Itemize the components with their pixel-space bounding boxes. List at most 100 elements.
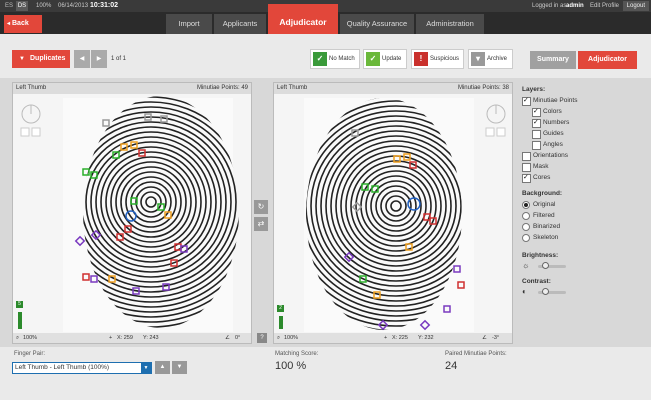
background-radio-filtered[interactable]: Filtered — [522, 211, 647, 222]
magnifier-icon: ⌕ — [277, 335, 281, 341]
logout-button[interactable]: Logout — [622, 1, 649, 11]
brightness-slider[interactable] — [538, 262, 566, 269]
logged-in-label: Logged in as: — [532, 3, 569, 9]
tab-import[interactable]: Import — [166, 14, 212, 34]
previous-button[interactable]: ◀ — [74, 50, 90, 68]
back-button[interactable]: ◂ Back — [4, 15, 42, 33]
move-up-button[interactable]: ▲ — [155, 361, 170, 374]
layer-checkbox-guides[interactable]: Guides — [532, 129, 647, 140]
check-icon: ✓ — [366, 52, 380, 66]
brightness-control: ☼ — [522, 261, 647, 272]
quality-bar — [18, 312, 22, 329]
update-button[interactable]: ✓ Update — [363, 49, 407, 69]
language-ds[interactable]: DS — [16, 1, 28, 11]
y-coordinate: Y: 232 — [418, 335, 434, 341]
background-radio-skeleton[interactable]: Skeleton — [522, 233, 647, 244]
rotation-angle: -3° — [492, 335, 500, 341]
fingerprint-viewer[interactable] — [274, 94, 512, 334]
background-heading: Background: — [522, 190, 563, 197]
angle-icon: ∠ — [225, 335, 230, 341]
panel-title: Left Thumb — [16, 85, 47, 91]
panel-title: Left Thumb — [277, 85, 308, 91]
main-navigation: ◂ Back Import Applicants Adjudicator Qua… — [0, 4, 651, 34]
tab-applicants[interactable]: Applicants — [214, 14, 266, 34]
language-es[interactable]: ES — [3, 1, 15, 11]
fingerprint-viewer[interactable] — [13, 94, 251, 334]
background-radio-binarized[interactable]: Binarized — [522, 222, 647, 233]
arrow-down-icon: ▼ — [176, 364, 183, 370]
sun-icon: ☼ — [522, 261, 530, 270]
tab-administration[interactable]: Administration — [416, 14, 484, 34]
finger-pair-label: Finger Pair: — [14, 351, 46, 357]
angle-icon: ∠ — [482, 335, 487, 341]
zoom-level: 100% — [36, 3, 52, 9]
layer-checkbox-colors[interactable]: Colors — [532, 107, 647, 118]
quality-level: 2 — [277, 305, 284, 312]
layer-checkbox-numbers[interactable]: Numbers — [532, 118, 647, 129]
layer-list: Minutiae PointsColorsNumbersGuidesAngles… — [522, 96, 647, 184]
layer-checkbox-orientations[interactable]: Orientations — [522, 151, 647, 162]
comparison-tools: ↻ ⇄ — [254, 200, 268, 234]
magnifier-icon: ⌕ — [16, 335, 20, 341]
rotate-icon[interactable]: ↻ — [254, 200, 268, 214]
background-radio-original[interactable]: Original — [522, 200, 647, 211]
tab-quality-assurance[interactable]: Quality Assurance — [340, 14, 414, 34]
alert-icon: ! — [414, 52, 428, 66]
crosshair-icon: + — [109, 335, 113, 341]
panel-header: Left Thumb Minutiae Points: 38 — [274, 83, 512, 94]
minutiae-count: Minutiae Points: 38 — [457, 85, 509, 91]
zoom-out-icon — [31, 127, 41, 137]
brightness-label: Brightness: — [522, 252, 559, 259]
quality-level: 5 — [16, 301, 23, 308]
x-coordinate: X: 259 — [117, 335, 133, 341]
quality-bar — [279, 316, 283, 329]
crosshair-icon: + — [384, 335, 388, 341]
zoom-in-icon — [485, 127, 495, 137]
edit-profile-link[interactable]: Edit Profile — [590, 0, 619, 12]
duplicates-dropdown[interactable]: ▼ Duplicates — [12, 50, 70, 68]
contrast-label: Contrast: — [522, 278, 551, 285]
paired-minutiae-value: 24 — [445, 360, 458, 372]
layer-checkbox-cores[interactable]: Cores — [522, 173, 647, 184]
y-coordinate: Y: 243 — [143, 335, 159, 341]
adjudicator-button[interactable]: Adjudicator — [578, 51, 637, 69]
current-time: 10:31:02 — [90, 2, 119, 9]
tab-adjudicator[interactable]: Adjudicator — [268, 4, 338, 34]
layer-checkbox-mask[interactable]: Mask — [522, 162, 647, 173]
page-info: 1 of 1 — [111, 56, 127, 62]
caret-down-icon: ▼ — [19, 56, 25, 62]
panel-header: Left Thumb Minutiae Points: 49 — [13, 83, 251, 94]
chevron-right-icon: ▶ — [96, 56, 102, 62]
contrast-icon: ◐ — [522, 287, 527, 296]
no-match-button[interactable]: ✓ No Match — [310, 49, 360, 69]
panel-footer: ⌕ 100% + X: 225 Y: 232 ∠ -3° — [274, 333, 512, 343]
move-down-button[interactable]: ▼ — [172, 361, 187, 374]
zoom-in-icon — [20, 127, 30, 137]
suspicious-button[interactable]: ! Suspicious — [411, 49, 464, 69]
action-bar: ▼ Duplicates ◀ ▶ 1 of 1 ✓ No Match ✓ Upd… — [0, 34, 651, 78]
orientation-dial-icon — [21, 104, 41, 124]
current-date: 06/14/2013 — [58, 3, 89, 9]
chevron-left-icon: ◀ — [79, 56, 85, 62]
match-summary-bar: Finger Pair: Left Thumb - Left Thumb (10… — [0, 347, 651, 400]
panel-footer: ⌕ 100% + X: 259 Y: 243 ∠ 0° — [13, 333, 251, 343]
slider-handle[interactable] — [542, 288, 549, 295]
minutiae-count: Minutiae Points: 49 — [196, 85, 248, 91]
username: admin — [566, 3, 584, 9]
matching-score-label: Matching Score: — [275, 351, 319, 357]
panel-zoom: 100% — [23, 335, 38, 341]
paired-minutiae-label: Paired Minutiae Points: — [445, 351, 507, 357]
x-coordinate: X: 225 — [392, 335, 408, 341]
help-icon[interactable]: ? — [257, 333, 267, 343]
summary-button[interactable]: Summary — [530, 51, 576, 69]
layer-checkbox-minutiae-points[interactable]: Minutiae Points — [522, 96, 647, 107]
layers-heading: Layers: — [522, 86, 546, 93]
slider-handle[interactable] — [542, 262, 549, 269]
background-options: Original Filtered Binarized Skeleton — [522, 200, 647, 244]
contrast-slider[interactable] — [538, 288, 566, 295]
layer-checkbox-angles[interactable]: Angles — [532, 140, 647, 151]
swap-icon[interactable]: ⇄ — [254, 217, 268, 231]
finger-pair-select[interactable]: Left Thumb - Left Thumb (100%) ▼ — [12, 362, 152, 374]
archive-button[interactable]: ▾ Archive — [468, 49, 513, 69]
next-button[interactable]: ▶ — [91, 50, 107, 68]
